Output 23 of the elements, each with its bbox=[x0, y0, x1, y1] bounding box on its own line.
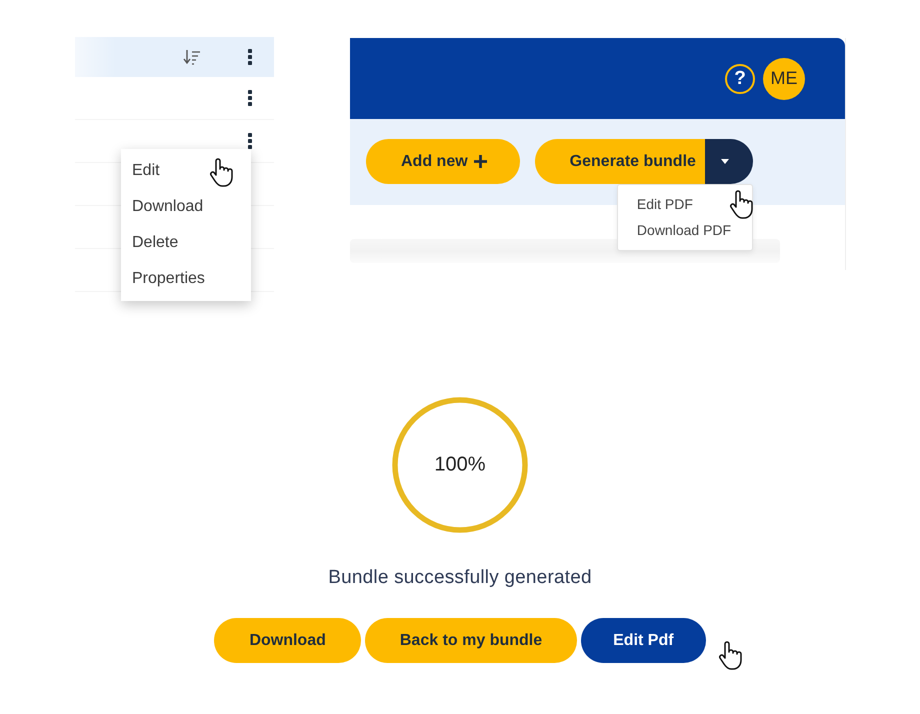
more-vertical-icon[interactable] bbox=[248, 49, 252, 65]
generate-bundle-button[interactable]: Generate bundle bbox=[534, 139, 705, 184]
more-vertical-icon[interactable] bbox=[248, 133, 252, 149]
sort-icon[interactable] bbox=[183, 49, 201, 65]
caret-down-icon bbox=[720, 159, 729, 164]
action-button[interactable]: Download bbox=[214, 618, 361, 663]
progress-percent: 100% bbox=[434, 454, 486, 476]
menu-item[interactable]: Properties bbox=[121, 261, 251, 297]
hand-cursor-icon bbox=[208, 158, 234, 188]
add-new-button[interactable]: Add new bbox=[366, 139, 520, 184]
help-button[interactable]: ? bbox=[725, 64, 755, 94]
more-vertical-icon[interactable] bbox=[248, 90, 252, 106]
action-button[interactable]: Back to my bundle bbox=[364, 618, 578, 663]
user-avatar[interactable]: ME bbox=[763, 58, 805, 100]
menu-item[interactable]: Download bbox=[121, 189, 251, 225]
plus-icon bbox=[474, 155, 487, 168]
menu-item[interactable]: Delete bbox=[121, 225, 251, 261]
menu-item[interactable]: Edit bbox=[121, 153, 251, 189]
dropdown-toggle-button[interactable] bbox=[704, 139, 753, 184]
status-message: Bundle successfully generated bbox=[328, 567, 592, 589]
hand-cursor-icon bbox=[717, 641, 743, 671]
menu-item[interactable]: Download PDF bbox=[618, 217, 752, 243]
edit-pdf-button[interactable]: Edit Pdf bbox=[581, 618, 706, 663]
